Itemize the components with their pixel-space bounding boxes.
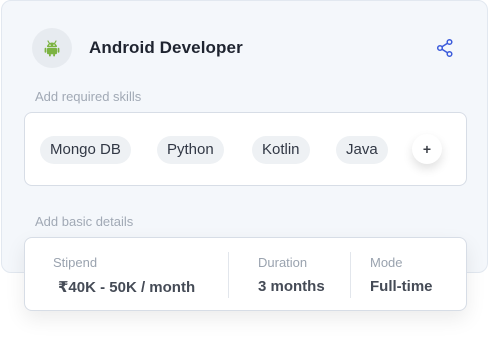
share-button[interactable] xyxy=(435,38,455,58)
stipend-label: Stipend xyxy=(53,255,98,270)
skill-chip-mongo-db[interactable]: Mongo DB xyxy=(40,136,131,164)
share-icon xyxy=(436,38,453,58)
details-section-label: Add basic details xyxy=(35,214,134,229)
skills-section-label: Add required skills xyxy=(35,89,142,104)
divider xyxy=(228,252,229,298)
job-title: Android Developer xyxy=(89,38,243,57)
android-icon xyxy=(44,40,60,57)
basic-details-box: Stipend ₹40K - 50K / month Duration 3 mo… xyxy=(24,237,467,311)
divider xyxy=(350,252,351,298)
skill-chip-kotlin[interactable]: Kotlin xyxy=(252,136,310,164)
add-skill-button[interactable]: + xyxy=(412,134,442,164)
mode-value: Full-time xyxy=(370,278,433,295)
skill-chip-python[interactable]: Python xyxy=(157,136,224,164)
skills-input-box[interactable]: Mongo DB Python Kotlin Java + xyxy=(24,112,467,186)
stipend-value: ₹40K - 50K / month xyxy=(58,279,196,296)
duration-value: 3 months xyxy=(258,278,325,295)
job-avatar xyxy=(32,28,72,68)
duration-label: Duration xyxy=(258,255,308,270)
skill-chip-java[interactable]: Java xyxy=(336,136,388,164)
mode-label: Mode xyxy=(370,255,403,270)
